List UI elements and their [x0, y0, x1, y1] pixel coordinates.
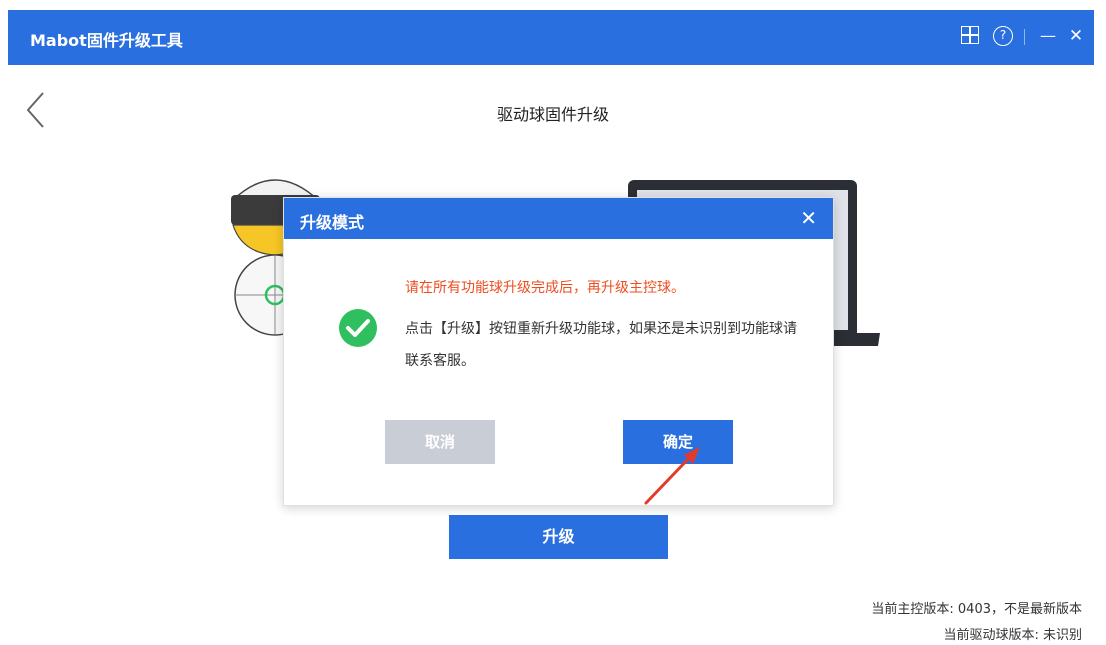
- grid-icon[interactable]: [961, 26, 979, 44]
- upgrade-button[interactable]: 升级: [449, 515, 668, 559]
- main-controller-version: 当前主控版本: 0403，不是最新版本: [871, 602, 1082, 617]
- title-bar: Mabot固件升级工具 ? — ✕: [8, 10, 1094, 65]
- title-separator: [1024, 29, 1025, 45]
- dialog-close-icon[interactable]: ✕: [800, 206, 817, 230]
- close-window-icon[interactable]: ✕: [1066, 26, 1086, 46]
- confirm-button[interactable]: 确定: [623, 420, 733, 464]
- app-title: Mabot固件升级工具: [30, 31, 183, 50]
- dialog-header: 升级模式 ✕: [284, 198, 833, 239]
- drive-ball-version: 当前驱动球版本: 未识别: [943, 628, 1082, 643]
- dialog-title: 升级模式: [300, 213, 365, 232]
- page-title: 驱动球固件升级: [496, 105, 609, 124]
- help-icon[interactable]: ?: [993, 26, 1013, 46]
- dialog-message: 点击【升级】按钮重新升级功能球，如果还是未识别到功能球请联系客服。: [405, 321, 797, 369]
- warning-text: 请在所有功能球升级完成后，再升级主控球。: [405, 280, 685, 296]
- minimize-icon[interactable]: —: [1038, 26, 1058, 46]
- success-check-icon: [339, 309, 377, 347]
- cancel-button[interactable]: 取消: [385, 420, 495, 464]
- upgrade-mode-dialog: 升级模式 ✕ 请在所有功能球升级完成后，再升级主控球。 点击【升级】按钮重新升级…: [283, 197, 834, 506]
